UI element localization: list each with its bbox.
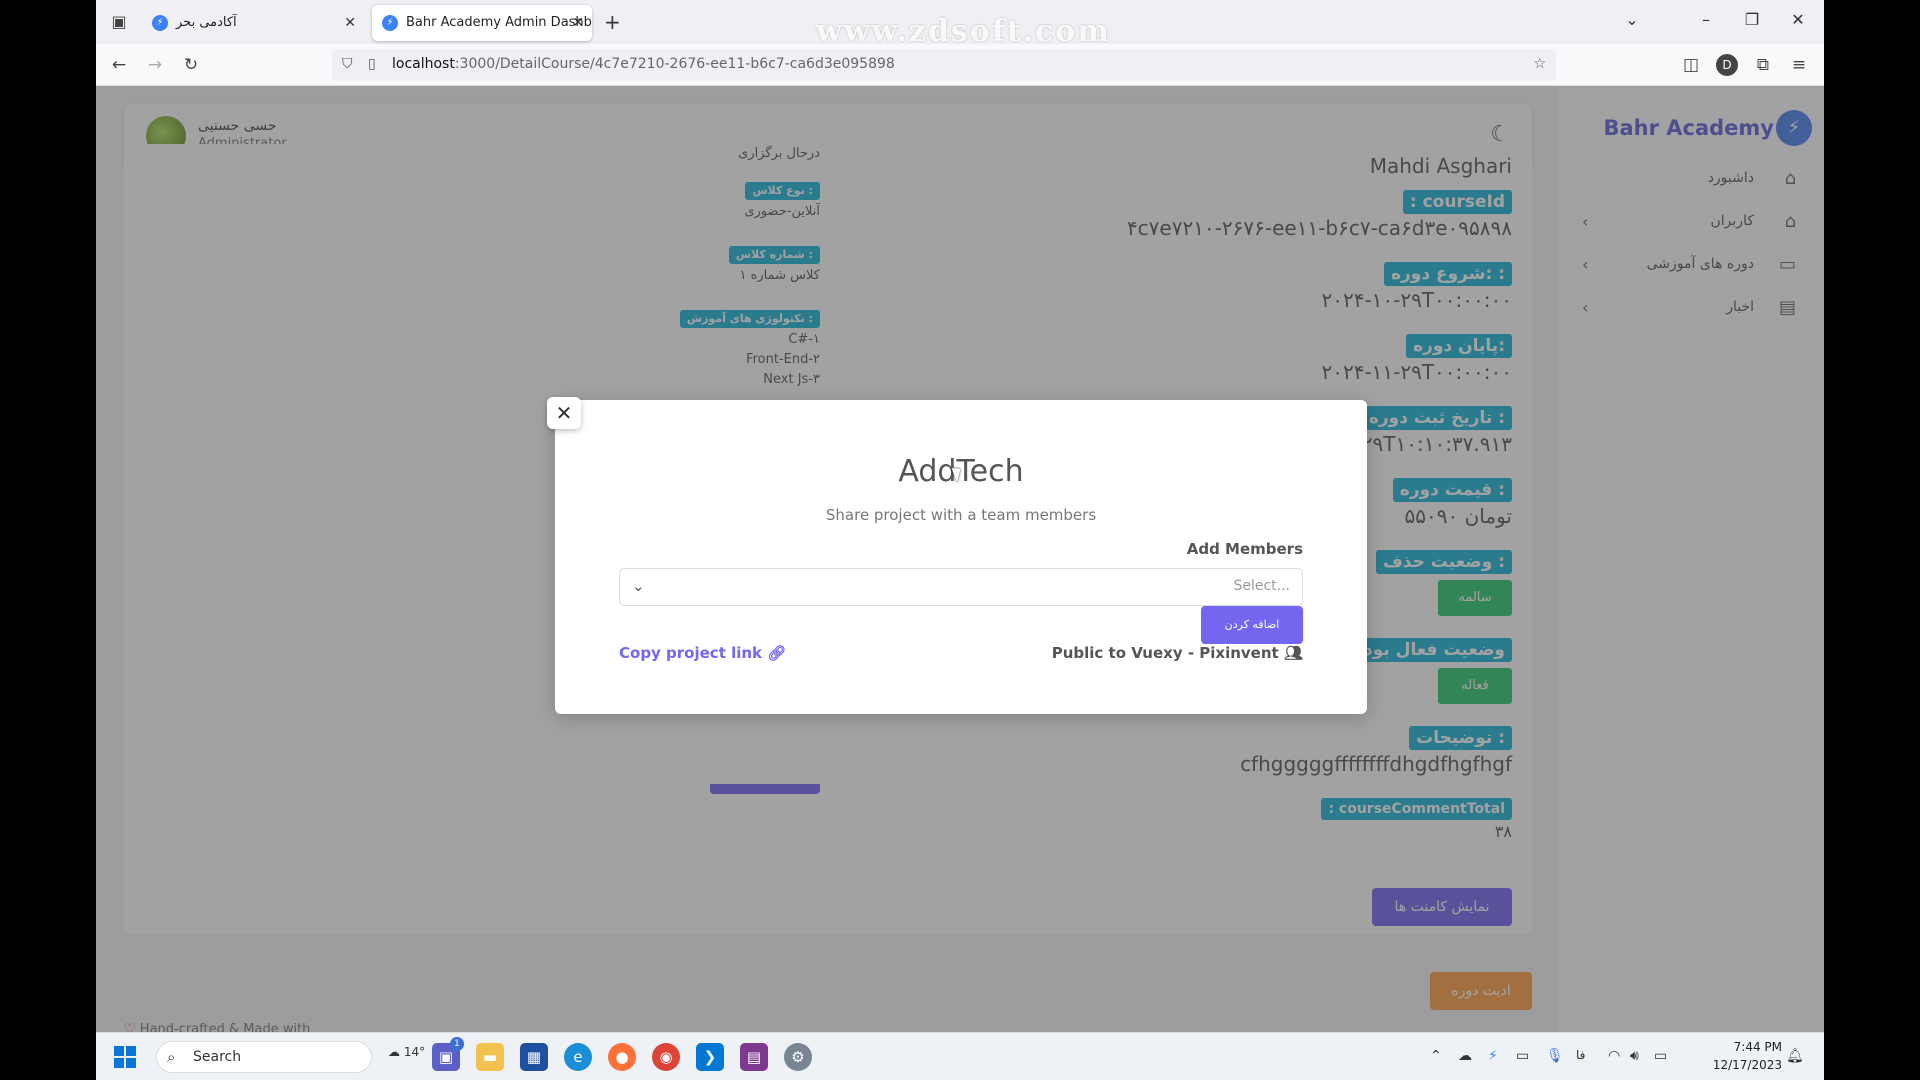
volume-icon[interactable]: 🔊︎ [1630, 1048, 1639, 1064]
site-favicon-icon: ⚡ [382, 15, 398, 31]
add-button[interactable]: اضافه کردن [1201, 606, 1303, 644]
url-bar[interactable]: ⛉ ▯ localhost:3000/DetailCourse/4c7e7210… [332, 49, 1556, 81]
chevron-down-icon[interactable]: ⌄ [632, 577, 645, 595]
weather-widget[interactable]: ☁ 14° [388, 1045, 425, 1059]
reload-icon[interactable]: ↻ [180, 54, 202, 76]
link-icon: 🔗︎ [767, 644, 787, 662]
shield-icon[interactable]: ⛉ [342, 56, 353, 72]
app-tray-icon[interactable]: ⚡ [1488, 1048, 1498, 1064]
teams-badge: 1 [450, 1037, 464, 1051]
store-icon[interactable]: ▦ [520, 1043, 548, 1071]
language-indicator[interactable]: فا [1576, 1048, 1585, 1062]
profile-avatar[interactable]: D [1716, 54, 1738, 76]
clock-date[interactable]: 12/17/2023 [1713, 1058, 1782, 1072]
search-placeholder: Search [193, 1049, 242, 1065]
tab-title: Bahr Academy Admin Dashboa [406, 15, 592, 30]
battery-icon[interactable]: ▭ [1654, 1048, 1667, 1064]
browser-nav-bar: ← → ↻ ⛉ ▯ localhost:3000/DetailCourse/4c… [96, 44, 1824, 86]
browser-tab[interactable]: ⚡ آکادمی بحر ✕ [142, 5, 364, 41]
minimize-icon[interactable]: – [1694, 10, 1718, 29]
taskbar-search[interactable]: ⌕ Search [156, 1041, 372, 1073]
chrome-icon[interactable]: ◉ [652, 1043, 680, 1071]
firefox-icon[interactable]: ● [608, 1043, 636, 1071]
display-icon[interactable]: ▭ [1516, 1048, 1529, 1064]
users-icon: 👥︎ [1283, 644, 1303, 662]
bookmark-star-icon[interactable]: ☆ [1533, 56, 1546, 72]
search-icon: ⌕ [167, 1048, 176, 1066]
settings-icon[interactable]: ⚙ [784, 1043, 812, 1071]
wifi-icon[interactable]: ◠ [1608, 1048, 1620, 1064]
tab-list-dropdown-icon[interactable]: ⌄ [1620, 10, 1644, 29]
browser-tab-bar: ▣ ⚡ آکادمی بحر ✕ ⚡ Bahr Academy Admin Da… [96, 0, 1824, 49]
copy-project-link[interactable]: Copy project link 🔗︎ [619, 644, 786, 662]
extensions-icon[interactable]: ⧉ [1752, 54, 1774, 76]
back-icon[interactable]: ← [108, 54, 130, 76]
pocket-icon[interactable]: ◫ [1680, 54, 1702, 76]
new-tab-icon[interactable]: + [604, 10, 621, 34]
close-icon[interactable]: ✕ [547, 397, 581, 429]
close-tab-icon[interactable]: ✕ [572, 5, 584, 41]
chevron-up-icon[interactable]: ⌃ [1430, 1048, 1442, 1064]
onedrive-icon[interactable]: ☁ [1458, 1048, 1472, 1064]
url-text[interactable]: localhost:3000/DetailCourse/4c7e7210-267… [392, 56, 895, 72]
modal-subtitle: Share project with a team members [825, 506, 1097, 524]
browser-tab-active[interactable]: ⚡ Bahr Academy Admin Dashboa ✕ [372, 5, 592, 41]
edge-icon[interactable]: e [564, 1043, 592, 1071]
file-explorer-icon[interactable]: ▬ [476, 1043, 504, 1071]
select-placeholder: Select... [1233, 578, 1290, 594]
add-tech-modal: AddTech Share project with a team member… [555, 400, 1367, 714]
add-members-label: Add Members [1186, 540, 1303, 558]
close-tab-icon[interactable]: ✕ [344, 5, 356, 41]
close-window-icon[interactable]: ✕ [1786, 10, 1810, 29]
page-icon: ▯ [368, 56, 376, 72]
members-select[interactable]: ⌄ Select... [619, 568, 1303, 606]
tab-title: آکادمی بحر [176, 15, 237, 30]
taskbar: ⌕ Search ☁ 14° ▣ 1 ▬ ▦ e ● ◉ ❯ ▤ ⚙ ⌃ ☁ ⚡… [96, 1032, 1824, 1080]
tab-list-icon[interactable]: ▣ [108, 11, 130, 33]
restore-icon[interactable]: ❐ [1740, 10, 1764, 29]
microphone-icon[interactable]: 🎙︎ [1546, 1048, 1564, 1064]
winrar-icon[interactable]: ▤ [740, 1043, 768, 1071]
public-visibility: Public to Vuexy - Pixinvent 👥︎ [1051, 644, 1303, 662]
vscode-icon[interactable]: ❯ [696, 1043, 724, 1071]
notification-icon[interactable]: 🔔︎ [1786, 1048, 1804, 1064]
menu-icon[interactable]: ≡ [1788, 54, 1810, 76]
site-favicon-icon: ⚡ [152, 15, 168, 31]
clock-time[interactable]: 7:44 PM [1734, 1040, 1782, 1054]
windows-start-icon[interactable] [114, 1046, 136, 1068]
forward-icon[interactable]: → [144, 54, 166, 76]
screen: ▣ ⚡ آکادمی بحر ✕ ⚡ Bahr Academy Admin Da… [96, 0, 1824, 1080]
